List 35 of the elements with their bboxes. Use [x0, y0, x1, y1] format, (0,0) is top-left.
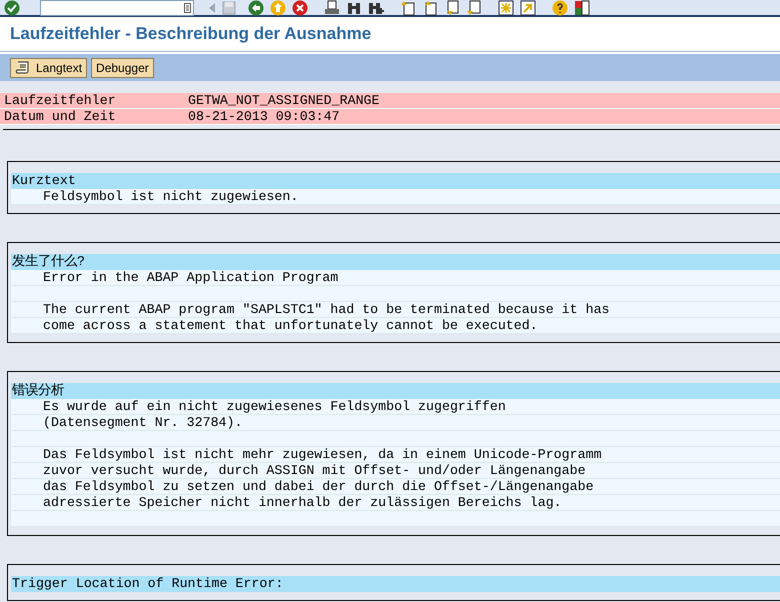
scroll-icon	[15, 61, 30, 74]
first-page-icon[interactable]	[400, 0, 416, 16]
dropdown-list-icon[interactable]	[184, 2, 191, 12]
text-line: Error in the ABAP Application Program	[43, 270, 338, 285]
previous-page-icon[interactable]	[422, 0, 438, 16]
text-line: das Feldsymbol zu setzen und dabei der durch die Offset-/Längenangabe	[43, 479, 594, 494]
screen-title: Laufzeitfehler - Beschreibung der Ausnahme	[10, 23, 372, 46]
field-label: Datum und Zeit	[4, 109, 117, 124]
field-label: Laufzeitfehler	[4, 93, 117, 108]
last-page-icon[interactable]	[466, 0, 482, 16]
text-line: (Datensegment Nr. 32784).	[43, 415, 242, 430]
text-line: Feldsymbol ist nicht zugewiesen.	[43, 189, 298, 204]
new-session-icon[interactable]	[498, 0, 514, 16]
field-value: GETWA_NOT_ASSIGNED_RANGE	[188, 93, 380, 108]
enter-check-icon[interactable]	[4, 0, 20, 16]
text-line: adressierte Speicher nicht innerhalb der zulässigen Bereichs lag.	[43, 495, 562, 510]
next-page-icon[interactable]	[444, 0, 460, 16]
toolbar-button[interactable]: Debugger	[91, 58, 154, 78]
section-title: 错误分析	[12, 383, 64, 398]
field-value: 08-21-2013 09:03:47	[188, 109, 340, 124]
text-line: Das Feldsymbol ist nicht mehr zugewiesen, da in einem Unicode-Programm	[43, 447, 602, 462]
text-line: come across a statement that unfortunately cannot be executed.	[43, 318, 538, 333]
section-title: Trigger Location of Runtime Error:	[12, 576, 284, 591]
command-field[interactable]	[40, 0, 194, 16]
section-title: 发生了什么?	[12, 254, 85, 269]
cancel-icon[interactable]	[292, 0, 308, 16]
toolbar-button[interactable]: Langtext	[10, 58, 88, 78]
section-title: Kurztext	[12, 173, 76, 188]
print-icon[interactable]	[324, 0, 340, 16]
shortcut-icon[interactable]	[520, 0, 536, 16]
help-icon[interactable]	[552, 0, 568, 16]
text-line: zuvor versucht wurde, durch ASSIGN mit Offset- und/oder Längenangabe	[43, 463, 586, 478]
text-line: The current ABAP program "SAPLSTC1" had to be terminated because it has	[43, 302, 610, 317]
text-line: Es wurde auf ein nicht zugewiesenes Feldsymbol zugegriffen	[43, 399, 506, 414]
layout-icon[interactable]	[574, 0, 590, 16]
